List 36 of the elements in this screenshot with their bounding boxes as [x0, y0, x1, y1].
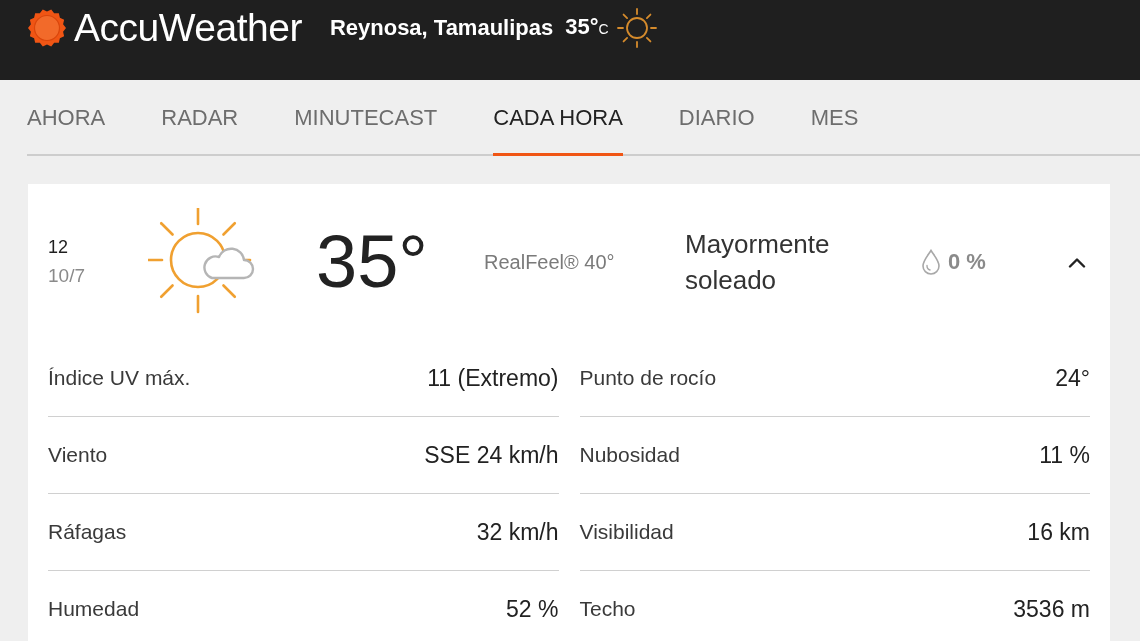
detail-value: SSE 24 km/h	[424, 441, 559, 469]
nav-tab[interactable]: MINUTECAST	[294, 80, 438, 156]
sun-icon	[616, 8, 657, 48]
temperature-reading: 35°	[316, 222, 429, 302]
sun-cloud-icon	[148, 208, 256, 316]
detail-value: 11 (Extremo)	[427, 364, 559, 392]
detail-value: 24°	[1055, 364, 1090, 392]
brand-name: AccuWeather	[74, 6, 302, 50]
detail-label: Ráfagas	[48, 519, 127, 545]
detail-value: 11 %	[1039, 441, 1090, 469]
detail-value: 32 km/h	[476, 518, 559, 546]
detail-value: 52 %	[506, 595, 559, 623]
chevron-up-icon	[1068, 256, 1086, 268]
raindrop-icon	[921, 249, 941, 275]
detail-value: 16 km	[1027, 518, 1090, 546]
detail-label: Viento	[48, 442, 108, 468]
nav-tab[interactable]: DIARIO	[678, 80, 755, 156]
detail-label: Índice UV máx.	[48, 365, 191, 391]
nav-tab[interactable]: AHORA	[27, 80, 106, 156]
logo-sun-icon	[28, 9, 66, 47]
precipitation-text: 0 %	[948, 249, 986, 275]
forecast-hour: 12	[48, 236, 70, 259]
nav-tab[interactable]: MES	[810, 80, 859, 156]
forecast-date: 10/7	[48, 264, 86, 288]
nav-tab[interactable]: RADAR	[161, 80, 239, 156]
condition-text: Mayormente soleado	[685, 228, 831, 297]
detail-label: Visibilidad	[579, 519, 674, 545]
detail-label: Techo	[579, 596, 636, 622]
realfeel-text: RealFeel® 40°	[484, 250, 616, 275]
detail-label: Nubosidad	[579, 442, 680, 468]
detail-label: Humedad	[48, 596, 140, 622]
nav-tab[interactable]: CADA HORA	[493, 80, 623, 156]
detail-value: 3536 m	[1013, 595, 1090, 623]
location-name: Reynosa, Tamaulipas	[329, 14, 554, 42]
detail-label: Punto de rocío	[579, 365, 717, 391]
header-temperature: 35°C	[565, 13, 609, 41]
